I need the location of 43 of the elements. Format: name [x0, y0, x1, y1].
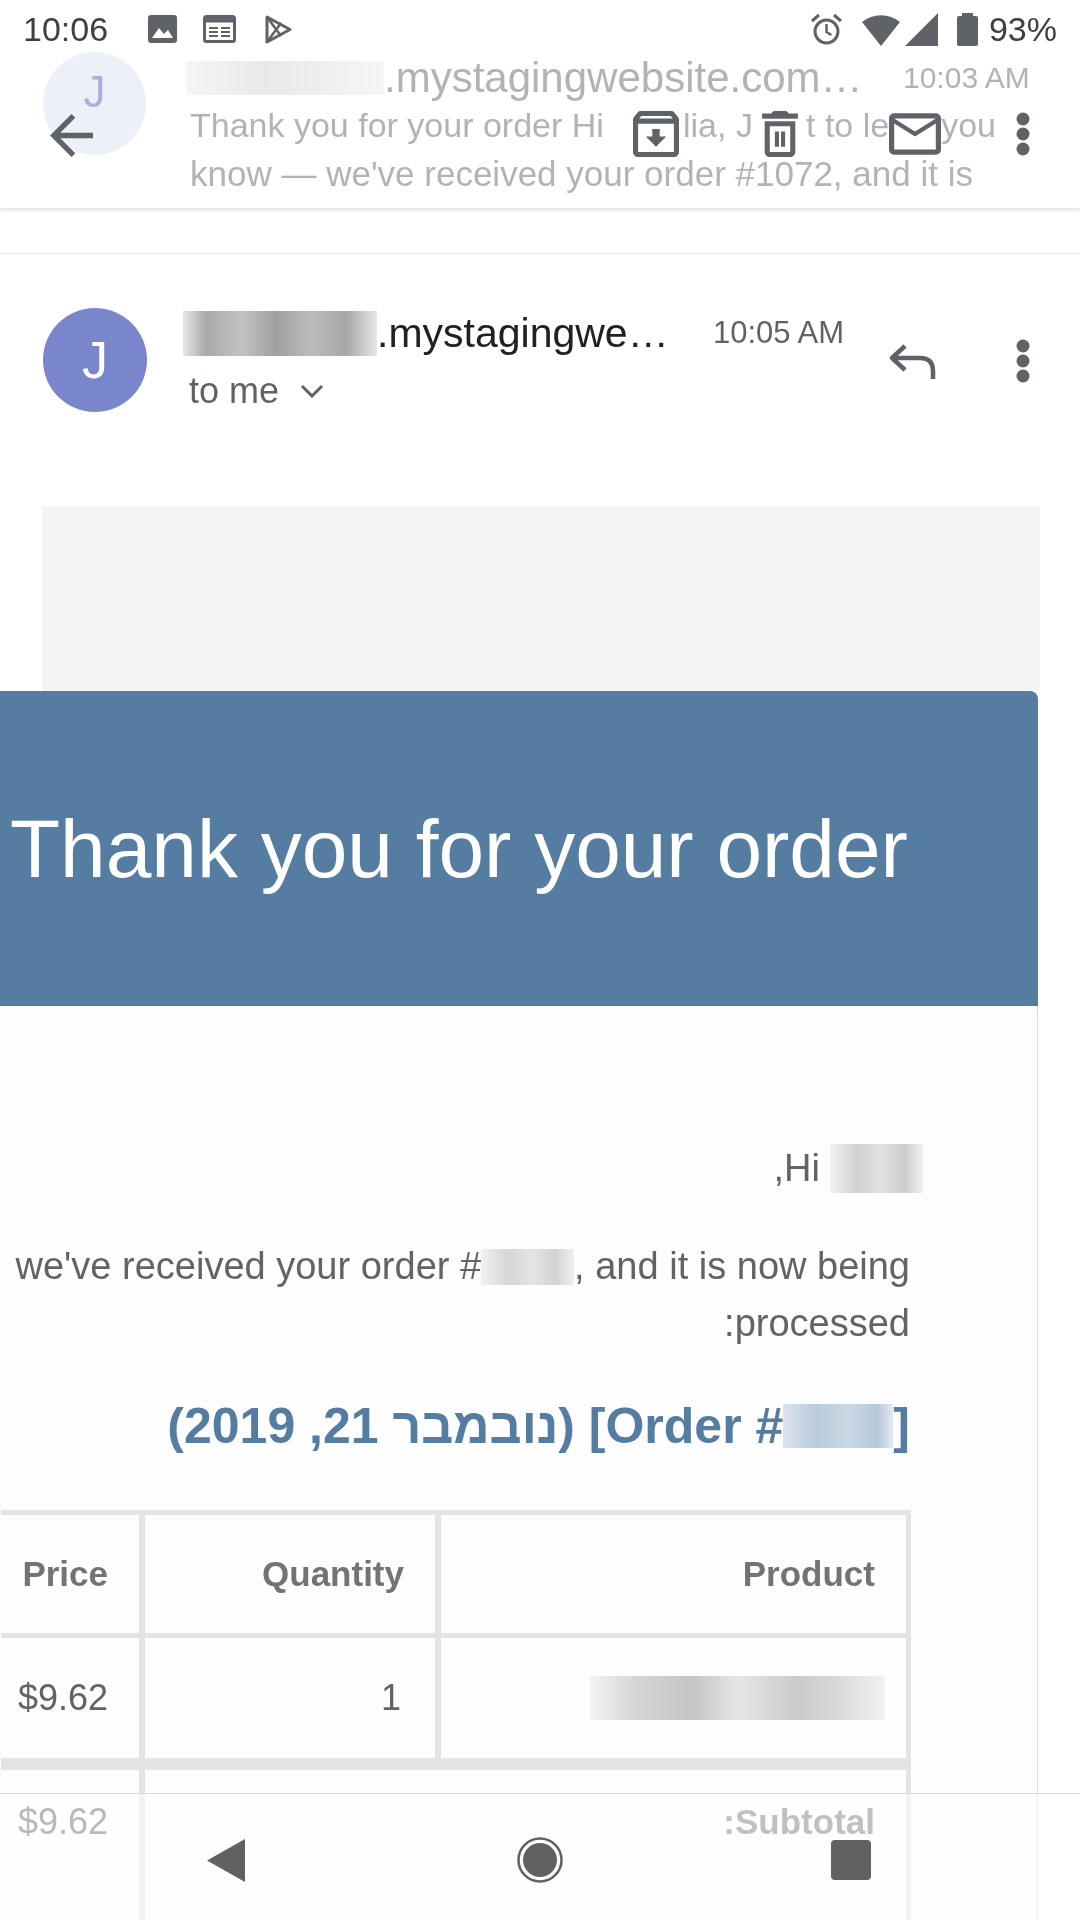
battery-percent: 93% — [988, 12, 1057, 46]
chevron-down-icon — [300, 384, 325, 398]
recipient-toggle[interactable]: to me — [189, 369, 325, 413]
image-icon — [148, 15, 177, 43]
status-time: 10:06 — [23, 12, 110, 46]
back-arrow-icon[interactable] — [50, 114, 93, 157]
play-triangle-icon — [264, 14, 293, 44]
preview-text: t to le — [806, 105, 890, 146]
reply-arrow-icon[interactable] — [888, 343, 937, 380]
alarm-clock-icon — [809, 12, 843, 46]
avatar-letter: J — [82, 334, 108, 386]
table-cell: $9.62 — [1, 1770, 139, 1920]
order-heading: (2019 ,21 נובמבר) [Order # — [167, 1398, 784, 1454]
greeting-text: ,Hi — [773, 1145, 820, 1191]
order-heading: ] — [893, 1398, 910, 1454]
newspaper-icon — [203, 15, 236, 43]
sender-name: .mystagingwe… — [377, 309, 670, 358]
trash-icon[interactable] — [762, 111, 798, 157]
more-icon[interactable] — [1016, 339, 1030, 383]
table-cell: $9.62 — [1, 1638, 139, 1758]
archive-icon[interactable] — [633, 111, 679, 157]
wifi-icon — [861, 12, 900, 46]
envelope-icon[interactable] — [889, 113, 942, 155]
body-text: , and it is now being — [574, 1244, 910, 1289]
preview-text: Thank you for your order Hi — [190, 105, 605, 146]
more-icon[interactable] — [1016, 112, 1030, 156]
table-cell: 1 — [145, 1638, 435, 1758]
message-time: 10:05 AM — [713, 314, 844, 352]
preview-text: lia, J — [683, 105, 754, 146]
preview-text: know — we've received your order #1072, and it is — [190, 156, 973, 192]
message-time: 10:03 AM — [903, 60, 1030, 96]
preview-text: you — [941, 105, 996, 146]
table-header-cell: Quantity — [145, 1515, 435, 1633]
body-text: we've received your order # — [15, 1244, 482, 1289]
body-text: :processed — [724, 1301, 910, 1346]
table-header-cell: Price — [1, 1515, 139, 1633]
signal-icon — [904, 12, 938, 46]
back-triangle-icon[interactable] — [207, 1838, 245, 1882]
avatar-letter: J — [83, 70, 106, 114]
battery-icon — [956, 12, 978, 46]
table-header-cell: Product — [441, 1515, 906, 1633]
table-cell: :Subtotal — [145, 1770, 906, 1920]
home-circle-icon[interactable] — [517, 1837, 563, 1883]
